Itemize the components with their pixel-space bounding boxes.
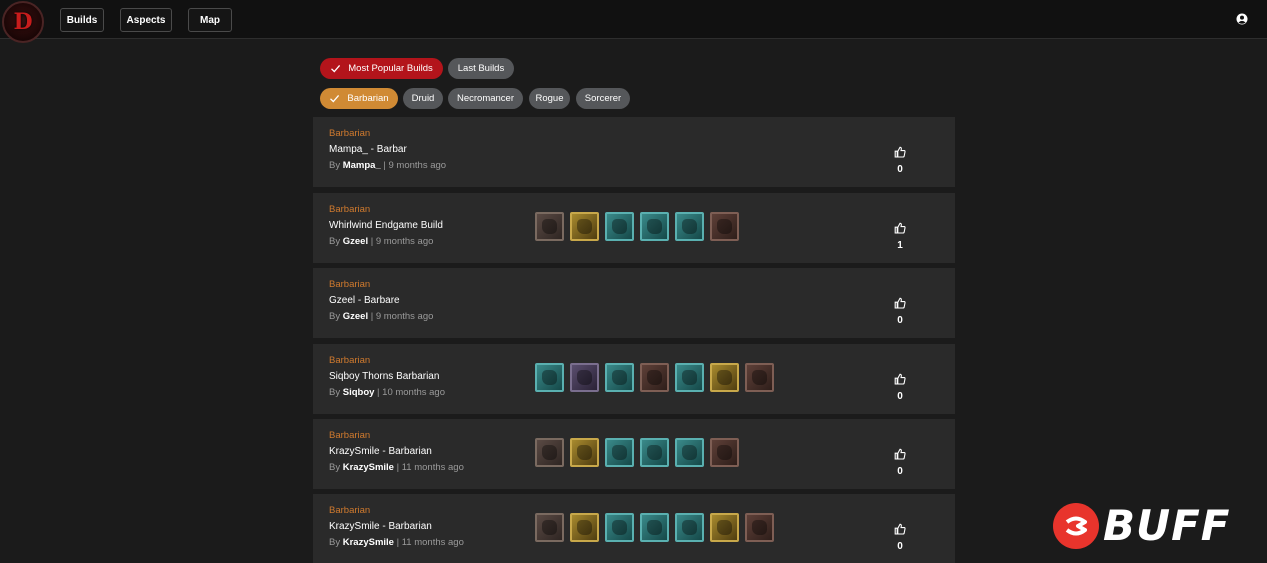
skill-icon[interactable]: [640, 513, 669, 542]
like-count: 0: [897, 391, 903, 402]
nav-map-button[interactable]: Map: [188, 8, 232, 32]
class-filter-rogue[interactable]: Rogue: [529, 88, 570, 109]
skill-icon[interactable]: [535, 363, 564, 392]
skill-icon[interactable]: [605, 212, 634, 241]
class-filter-necromancer[interactable]: Necromancer: [448, 88, 523, 109]
build-author[interactable]: Gzeel: [343, 236, 368, 247]
build-author[interactable]: KrazySmile: [343, 462, 394, 473]
build-meta: By KrazySmile | 11 months ago: [329, 462, 464, 473]
build-meta: By KrazySmile | 11 months ago: [329, 537, 464, 548]
thumbs-up-icon[interactable]: [894, 523, 906, 535]
skill-icon[interactable]: [710, 212, 739, 241]
diablo-logo[interactable]: D: [2, 1, 44, 43]
nav-builds-button[interactable]: Builds: [60, 8, 104, 32]
build-card[interactable]: Barbarian KrazySmile - Barbarian By Kraz…: [313, 494, 955, 563]
build-meta: By Gzeel | 9 months ago: [329, 236, 434, 247]
like-count: 0: [897, 466, 903, 477]
build-meta: By Mampa_ | 9 months ago: [329, 160, 447, 171]
build-author[interactable]: Gzeel: [343, 311, 368, 322]
skill-icon[interactable]: [745, 363, 774, 392]
buff-logo-icon: [1053, 503, 1099, 549]
build-class: Barbarian: [329, 128, 371, 139]
top-navigation-bar: D Builds Aspects Map: [0, 0, 1267, 43]
skill-icons: [535, 363, 774, 392]
skill-icon[interactable]: [710, 513, 739, 542]
thumbs-up-icon[interactable]: [894, 448, 906, 460]
logo-letter: D: [13, 9, 33, 35]
build-card[interactable]: Barbarian Mampa_ - Barbar By Mampa_ | 9 …: [313, 117, 955, 187]
check-icon: [331, 64, 341, 73]
user-circle-icon[interactable]: [1236, 13, 1248, 25]
skill-icon[interactable]: [640, 363, 669, 392]
build-class: Barbarian: [329, 204, 371, 215]
filter-label: Most Popular Builds: [348, 63, 433, 74]
skill-icons: [535, 438, 739, 467]
build-title[interactable]: Siqboy Thorns Barbarian: [329, 371, 439, 382]
build-class: Barbarian: [329, 355, 371, 366]
build-card[interactable]: Barbarian Whirlwind Endgame Build By Gze…: [313, 193, 955, 263]
skill-icon[interactable]: [605, 513, 634, 542]
buff-watermark: BUFF: [1053, 503, 1231, 549]
build-title[interactable]: Gzeel - Barbare: [329, 295, 400, 306]
like-count: 0: [897, 164, 903, 175]
skill-icon[interactable]: [570, 438, 599, 467]
buff-watermark-text: BUFF: [1103, 501, 1231, 550]
build-title[interactable]: KrazySmile - Barbarian: [329, 521, 432, 532]
skill-icons: [535, 212, 739, 241]
build-card[interactable]: Barbarian Gzeel - Barbare By Gzeel | 9 m…: [313, 268, 955, 338]
class-filter-barbarian[interactable]: Barbarian: [320, 88, 398, 109]
filter-label: Last Builds: [457, 63, 505, 74]
build-class: Barbarian: [329, 505, 371, 516]
thumbs-up-icon[interactable]: [894, 297, 906, 309]
build-meta: By Siqboy | 10 months ago: [329, 387, 446, 398]
skill-icon[interactable]: [675, 212, 704, 241]
skill-icon[interactable]: [605, 363, 634, 392]
skill-icon[interactable]: [535, 212, 564, 241]
skill-icon[interactable]: [710, 363, 739, 392]
skill-icon[interactable]: [640, 212, 669, 241]
check-icon: [330, 94, 340, 103]
skill-icon[interactable]: [535, 438, 564, 467]
skill-icon[interactable]: [710, 438, 739, 467]
like-count: 0: [897, 541, 903, 552]
skill-icon[interactable]: [675, 438, 704, 467]
skill-icon[interactable]: [570, 363, 599, 392]
skill-icon[interactable]: [675, 513, 704, 542]
nav-aspects-button[interactable]: Aspects: [120, 8, 172, 32]
skill-icon[interactable]: [535, 513, 564, 542]
like-count: 1: [897, 240, 903, 251]
class-filter-sorcerer[interactable]: Sorcerer: [576, 88, 630, 109]
skill-icon[interactable]: [605, 438, 634, 467]
build-meta: By Gzeel | 9 months ago: [329, 311, 434, 322]
filter-label: Barbarian: [347, 93, 389, 104]
like-count: 0: [897, 315, 903, 326]
filter-label: Sorcerer: [584, 93, 622, 104]
thumbs-up-icon[interactable]: [894, 222, 906, 234]
skill-icon[interactable]: [570, 212, 599, 241]
filter-label: Necromancer: [456, 93, 515, 104]
build-author[interactable]: Siqboy: [343, 387, 375, 398]
build-card[interactable]: Barbarian KrazySmile - Barbarian By Kraz…: [313, 419, 955, 489]
filter-last-builds[interactable]: Last Builds: [448, 58, 514, 79]
skill-icon[interactable]: [640, 438, 669, 467]
filter-label: Druid: [411, 93, 435, 104]
thumbs-up-icon[interactable]: [894, 146, 906, 158]
skill-icon[interactable]: [675, 363, 704, 392]
build-class: Barbarian: [329, 430, 371, 441]
build-title[interactable]: Whirlwind Endgame Build: [329, 220, 443, 231]
skill-icons: [535, 513, 774, 542]
build-title[interactable]: KrazySmile - Barbarian: [329, 446, 432, 457]
build-author[interactable]: Mampa_: [343, 160, 381, 171]
build-author[interactable]: KrazySmile: [343, 537, 394, 548]
build-title[interactable]: Mampa_ - Barbar: [329, 144, 407, 155]
skill-icon[interactable]: [570, 513, 599, 542]
thumbs-up-icon[interactable]: [894, 373, 906, 385]
filter-label: Rogue: [535, 93, 564, 104]
filter-most-popular-builds[interactable]: Most Popular Builds: [320, 58, 443, 79]
class-filter-druid[interactable]: Druid: [403, 88, 443, 109]
build-card[interactable]: Barbarian Siqboy Thorns Barbarian By Siq…: [313, 344, 955, 414]
build-class: Barbarian: [329, 279, 371, 290]
skill-icon[interactable]: [745, 513, 774, 542]
